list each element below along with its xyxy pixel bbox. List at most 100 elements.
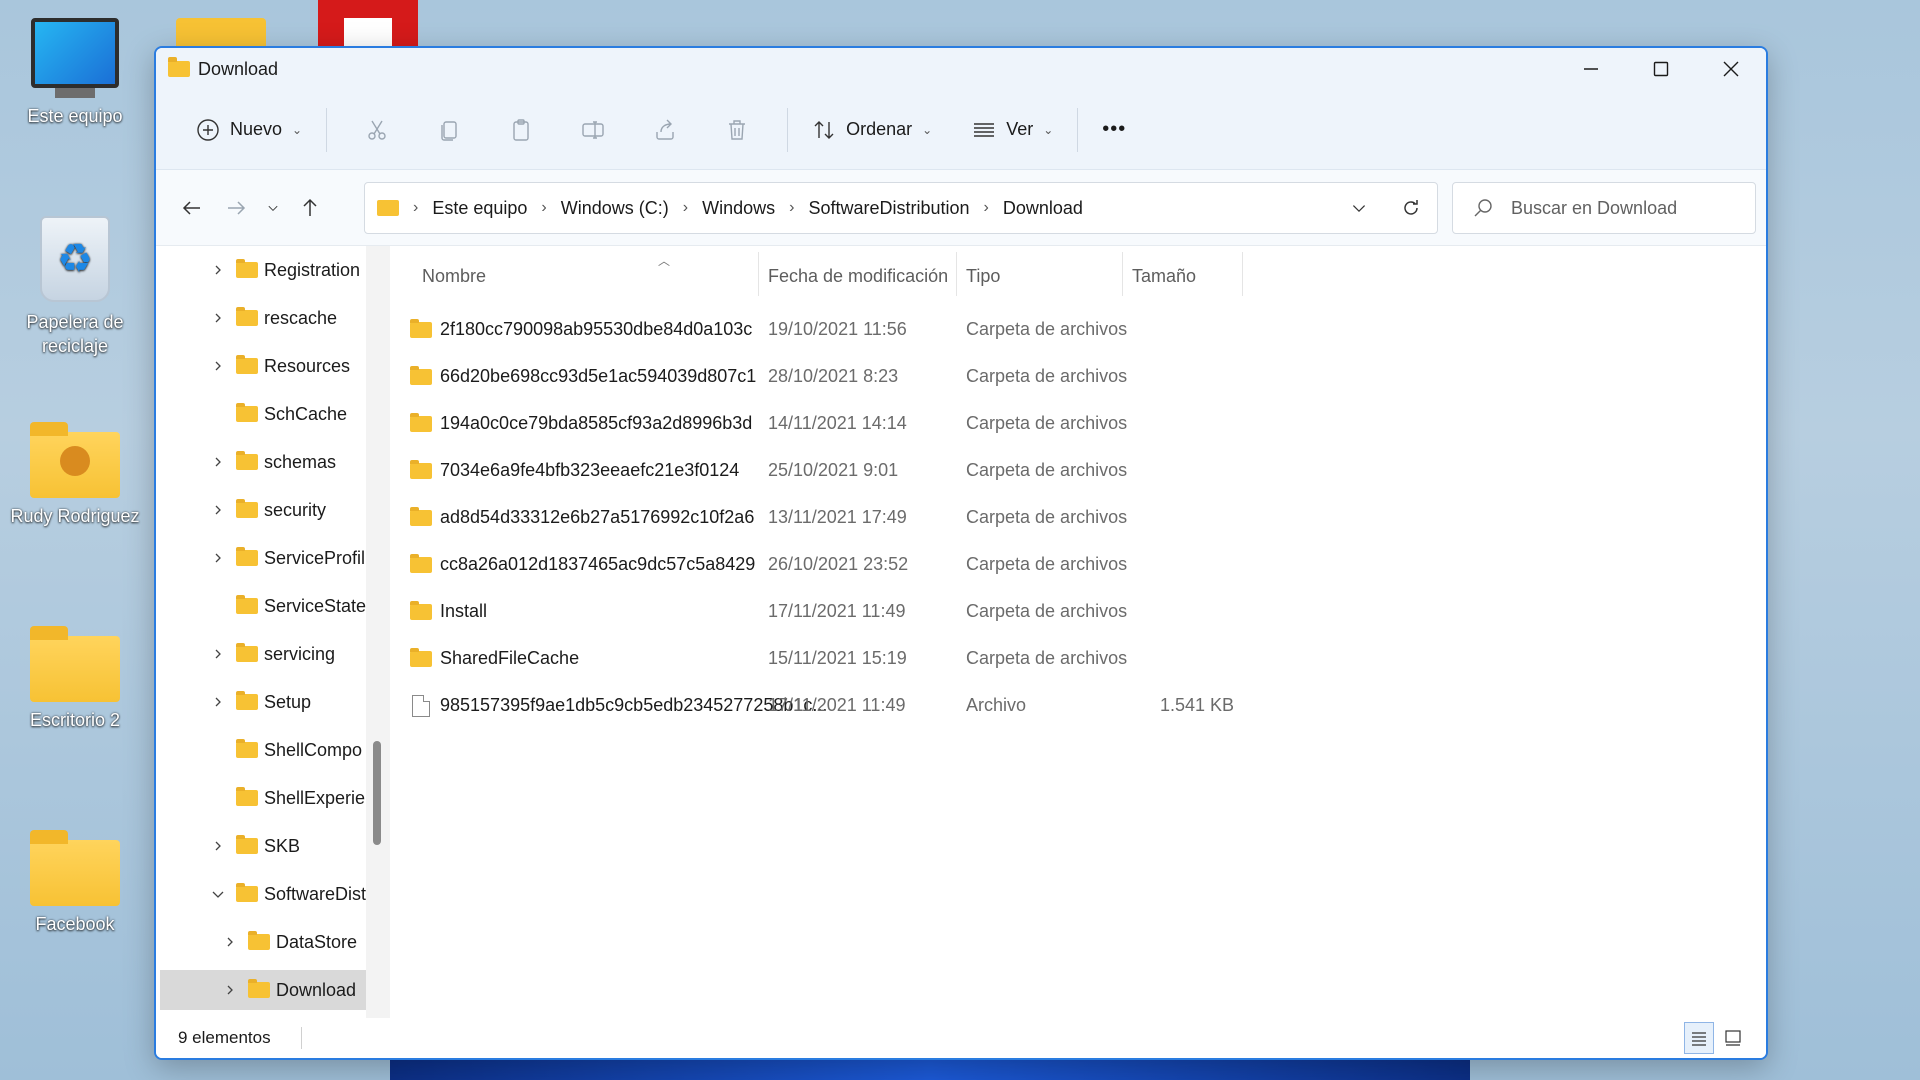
tree-item-skb[interactable]: SKB (156, 826, 378, 866)
sort-button[interactable]: Ordenar ⌄ (802, 106, 942, 154)
delete-button[interactable] (712, 106, 762, 154)
refresh-button[interactable] (1385, 186, 1437, 230)
sort-button-label: Ordenar (846, 119, 913, 139)
list-view-icon (974, 122, 995, 137)
chevron-right-icon[interactable] (208, 260, 228, 280)
chevron-right-icon[interactable] (208, 356, 228, 376)
tree-item-servicing[interactable]: servicing (156, 634, 378, 674)
more-options-button[interactable]: ••• (1092, 106, 1136, 154)
file-date: 17/11/2021 11:49 (768, 601, 906, 621)
chevron-right-icon[interactable] (220, 932, 240, 952)
file-row[interactable]: ad8d54d33312e6b27a5176992c10f2a6 13/11/2… (390, 494, 1766, 541)
file-type: Carpeta de archivos (966, 554, 1128, 574)
folder-icon (236, 595, 258, 614)
breadcrumb-softwaredistribution[interactable]: SoftwareDistribution (808, 198, 969, 219)
copy-button[interactable] (424, 106, 474, 154)
desktop-icon-rudy[interactable]: Rudy Rodriguez (0, 422, 150, 527)
address-bar[interactable]: › Este equipo › Windows (C:) › Windows ›… (364, 182, 1438, 234)
sort-ascending-icon: ︿ (658, 254, 671, 268)
column-header-name[interactable]: ︿ Nombre (422, 254, 802, 296)
file-row[interactable]: 985157395f9ae1db5c9cb5edb2345277258b1c..… (390, 682, 1766, 729)
file-row[interactable]: 2f180cc790098ab95530dbe84d0a103c 19/10/2… (390, 306, 1766, 353)
chevron-right-icon[interactable] (208, 548, 228, 568)
view-button[interactable]: Ver ⌄ (962, 106, 1063, 154)
recent-locations-button[interactable] (258, 186, 288, 230)
tree-item-serviceprofiles[interactable]: ServiceProfil (156, 538, 378, 578)
tree-item-label: ServiceState (264, 595, 367, 616)
desktop-icon-papelera[interactable]: ♻ Papelera de reciclaje (0, 216, 150, 358)
column-header-date[interactable]: Fecha de modificación (768, 256, 958, 296)
column-divider[interactable] (1122, 252, 1123, 296)
chevron-right-icon[interactable] (220, 980, 240, 1000)
desktop-icon-label: Rudy Rodriguez (10, 506, 140, 526)
tree-item-label: schemas (264, 451, 337, 472)
title-bar[interactable]: Download (156, 48, 1766, 90)
file-row[interactable]: SharedFileCache 15/11/2021 15:19 Carpeta… (390, 635, 1766, 682)
view-button-label: Ver (1006, 119, 1034, 139)
folder-icon (236, 307, 258, 326)
desktop-folder-partial[interactable] (176, 18, 266, 48)
file-row[interactable]: 66d20be698cc93d5e1ac594039d807c1 28/10/2… (390, 353, 1766, 400)
maximize-button[interactable] (1626, 48, 1696, 90)
desktop-icon-este-equipo[interactable]: Este equipo (0, 18, 150, 127)
chevron-right-icon[interactable] (208, 452, 228, 472)
tree-item-schcache[interactable]: SchCache (156, 394, 378, 434)
file-row[interactable]: 7034e6a9fe4bfb323eeaefc21e3f0124 25/10/2… (390, 447, 1766, 494)
file-row[interactable]: cc8a26a012d1837465ac9dc57c5a8429 26/10/2… (390, 541, 1766, 588)
share-button[interactable] (640, 106, 690, 154)
column-header-type[interactable]: Tipo (966, 256, 1116, 296)
chevron-right-icon[interactable] (208, 500, 228, 520)
tiles-view-button[interactable] (1718, 1022, 1748, 1054)
back-button[interactable] (170, 186, 214, 230)
column-divider[interactable] (1242, 252, 1243, 296)
tree-item-shellexperiences[interactable]: ShellExperier (156, 778, 378, 818)
new-button[interactable]: Nuevo ⌄ (186, 106, 312, 154)
tree-item-schemas[interactable]: schemas (156, 442, 378, 482)
navigation-pane-scrollbar[interactable] (366, 246, 390, 1022)
search-box[interactable]: Buscar en Download (1452, 182, 1756, 234)
column-divider[interactable] (956, 252, 957, 296)
breadcrumb-windows-c[interactable]: Windows (C:) (561, 198, 669, 219)
address-history-button[interactable] (1333, 186, 1385, 230)
minimize-button[interactable] (1556, 48, 1626, 90)
file-row[interactable]: 194a0c0ce79bda8585cf93a2d8996b3d 14/11/2… (390, 400, 1766, 447)
desktop-icon-facebook[interactable]: Facebook (0, 830, 150, 935)
up-button[interactable] (288, 186, 332, 230)
tree-item-resources[interactable]: Resources (156, 346, 378, 386)
desktop-icon-escritorio2[interactable]: Escritorio 2 (0, 626, 150, 731)
chevron-right-icon[interactable] (208, 644, 228, 664)
folder-icon (236, 691, 258, 710)
column-header-size[interactable]: Tamaño (1132, 256, 1242, 296)
status-bar: 9 elementos (156, 1018, 1766, 1058)
breadcrumb-download[interactable]: Download (1003, 198, 1083, 219)
chevron-down-icon[interactable] (208, 884, 228, 904)
tree-item-servicestate[interactable]: ServiceState (156, 586, 378, 626)
column-divider[interactable] (758, 252, 759, 296)
details-view-button[interactable] (1684, 1022, 1714, 1054)
breadcrumb-windows[interactable]: Windows (702, 198, 775, 219)
scrollbar-thumb[interactable] (373, 741, 381, 845)
close-button[interactable] (1696, 48, 1766, 90)
wallpaper-bloom (390, 1058, 1470, 1080)
tree-item-shellcomponents[interactable]: ShellCompo (156, 730, 378, 770)
tree-item-download[interactable]: Download (160, 970, 366, 1010)
desktop-app-icon-partial[interactable] (318, 0, 418, 48)
tree-item-registration[interactable]: Registration (156, 250, 378, 290)
file-row[interactable]: Install 17/11/2021 11:49 Carpeta de arch… (390, 588, 1766, 635)
chevron-right-icon[interactable] (208, 836, 228, 856)
tree-item-setup[interactable]: Setup (156, 682, 378, 722)
search-placeholder: Buscar en Download (1511, 197, 1678, 218)
tree-item-security[interactable]: security (156, 490, 378, 530)
tree-item-rescache[interactable]: rescache (156, 298, 378, 338)
paste-button[interactable] (496, 106, 546, 154)
breadcrumb-este-equipo[interactable]: Este equipo (432, 198, 527, 219)
forward-button[interactable] (214, 186, 258, 230)
folder-icon (236, 739, 258, 758)
tree-item-softwaredistribution[interactable]: SoftwareDist (156, 874, 378, 914)
chevron-right-icon[interactable] (208, 308, 228, 328)
rename-button[interactable] (568, 106, 618, 154)
cut-button[interactable] (352, 106, 402, 154)
tree-item-datastore[interactable]: DataStore (156, 922, 378, 962)
breadcrumb-separator: › (682, 199, 689, 216)
chevron-right-icon[interactable] (208, 692, 228, 712)
